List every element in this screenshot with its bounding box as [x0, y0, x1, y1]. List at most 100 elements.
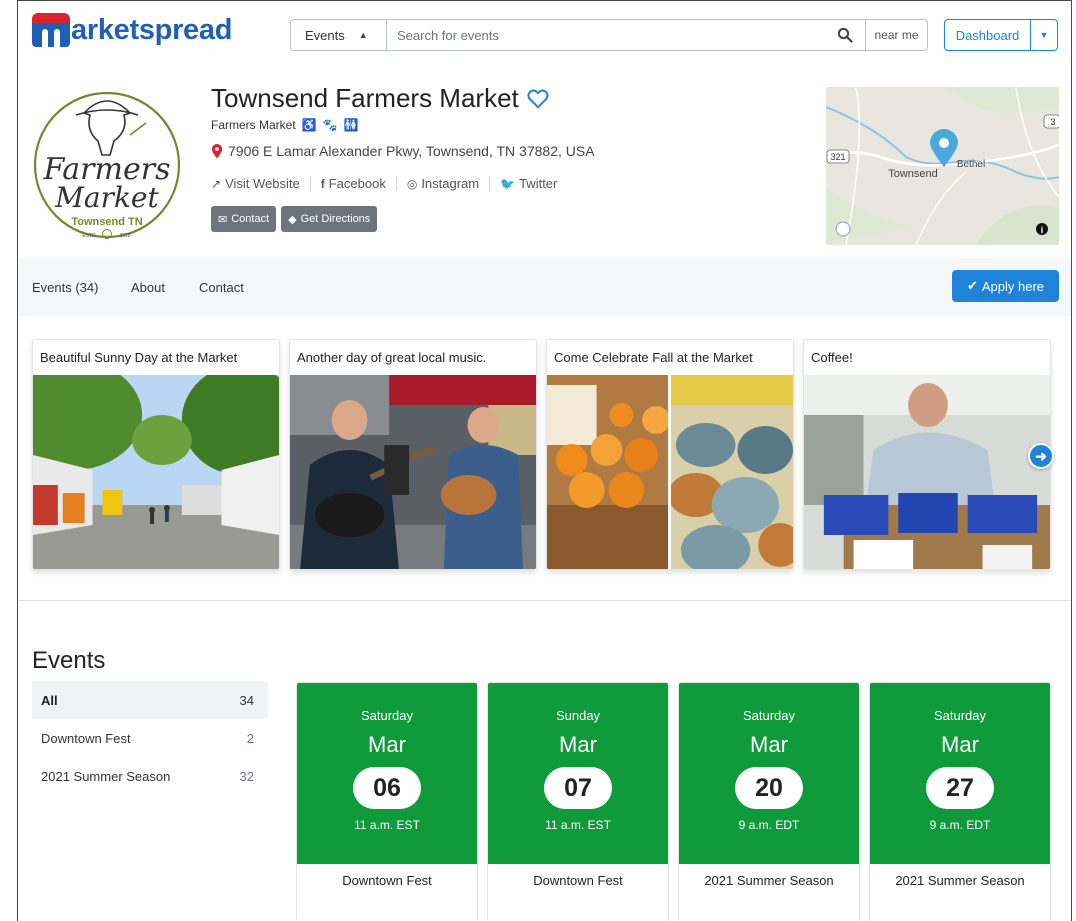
twitter-link[interactable]: 🐦 Twitter — [500, 176, 567, 191]
restroom-icon: 🚻 — [343, 118, 359, 132]
map-label-bethel: Bethel — [957, 159, 985, 170]
event-time: 9 a.m. EDT — [929, 818, 991, 832]
event-name: Downtown Fest — [533, 873, 623, 888]
profile-actions: ✉ Contact ◆ Get Directions — [211, 206, 378, 232]
map-graphic: 321 3 Townsend Bethel i — [826, 87, 1059, 245]
logo-line3: Townsend TN — [71, 216, 142, 228]
gallery-card[interactable]: Another day of great local music. — [289, 339, 537, 570]
event-weekday: Saturday — [360, 708, 414, 723]
logo-text: arketspread — [71, 13, 233, 46]
event-weekday: Saturday — [933, 708, 987, 723]
photo-gallery: Beautiful Sunny Day at the Market Anothe… — [32, 339, 1052, 571]
dashboard-button[interactable]: Dashboard — [945, 20, 1031, 50]
logo-estd: ESTD — [82, 233, 96, 239]
gallery-card[interactable]: Coffee! — [803, 339, 1051, 570]
event-weekday: Sunday — [555, 708, 601, 723]
market-title: Townsend Farmers Market — [211, 83, 549, 114]
map-route-label-2: 3 — [1050, 117, 1055, 127]
heart-icon[interactable] — [527, 88, 549, 109]
gallery-card[interactable]: Beautiful Sunny Day at the Market — [32, 339, 280, 570]
market-type-row: Farmers Market ♿ 🐾 🚻 — [211, 118, 359, 132]
instagram-link[interactable]: ◎ Instagram — [406, 176, 491, 191]
website-link[interactable]: ↗ Visit Website — [211, 176, 311, 191]
gallery-caption: Coffee! — [811, 350, 853, 365]
event-name: Downtown Fest — [342, 873, 432, 888]
caret-down-icon[interactable]: ▼ — [1031, 20, 1057, 50]
dashboard-dropdown: Dashboard ▼ — [944, 19, 1058, 51]
gallery-caption: Another day of great local music. — [297, 350, 487, 365]
site-logo[interactable]: arketspread — [32, 13, 232, 47]
event-card[interactable]: Saturday Mar 27 9 a.m. EDT 2021 Summer S… — [869, 682, 1051, 921]
map-label-townsend: Townsend — [888, 168, 938, 180]
event-date-panel: Saturday Mar 20 9 a.m. EDT — [679, 683, 859, 864]
event-time: 9 a.m. EDT — [738, 818, 800, 832]
market-logo: Farmers Market Townsend TN ESTD 2018 — [33, 91, 181, 239]
events-heading: Events — [32, 647, 106, 674]
wheelchair-icon: ♿ — [301, 118, 317, 132]
gallery-caption: Beautiful Sunny Day at the Market — [40, 350, 238, 365]
event-name: 2021 Summer Season — [895, 873, 1025, 888]
search-type-value: Events — [305, 27, 345, 43]
event-card[interactable]: Saturday Mar 20 9 a.m. EDT 2021 Summer S… — [678, 682, 860, 921]
directions-icon: ◆ — [288, 213, 297, 226]
tab-events[interactable]: Events (34) — [32, 280, 98, 295]
search-placeholder: Search for events — [397, 27, 499, 43]
gallery-caption: Come Celebrate Fall at the Market — [554, 350, 753, 365]
logo-line2: Market — [54, 181, 159, 214]
market-type: Farmers Market — [211, 118, 296, 132]
event-day: 20 — [735, 767, 803, 809]
gallery-photo — [804, 375, 1050, 569]
event-filter-list: All 34 Downtown Fest 2 2021 Summer Season 3… — [32, 681, 268, 795]
search-bar: Events ▲ Search for events near me — [290, 19, 928, 51]
logo-year: 2018 — [119, 233, 130, 239]
marketspread-logo-icon — [32, 13, 70, 47]
profile-nav: Events (34) About Contact ✔ Apply here — [18, 258, 1071, 316]
envelope-icon: ✉ — [218, 213, 228, 226]
market-address: 7906 E Lamar Alexander Pkwy, Townsend, T… — [228, 143, 595, 159]
event-month: Mar — [559, 732, 597, 757]
page-frame: arketspread Events ▲ Search for events n… — [17, 0, 1072, 921]
near-me-button[interactable]: near me — [865, 20, 927, 50]
filter-summer-season[interactable]: 2021 Summer Season 32 — [32, 757, 268, 795]
check-icon: ✔ — [966, 278, 978, 293]
event-date-panel: Saturday Mar 06 11 a.m. EST — [297, 683, 477, 864]
event-weekday: Saturday — [742, 708, 796, 723]
tab-about[interactable]: About — [131, 280, 165, 295]
event-month: Mar — [750, 732, 788, 757]
event-day: 07 — [544, 767, 612, 809]
top-bar: arketspread Events ▲ Search for events n… — [18, 1, 1071, 71]
event-card[interactable]: Sunday Mar 07 11 a.m. EST Downtown Fest — [487, 682, 669, 921]
gallery-card[interactable]: Come Celebrate Fall at the Market — [546, 339, 794, 570]
search-type-select[interactable]: Events ▲ — [291, 20, 387, 50]
event-time: 11 a.m. EST — [545, 818, 611, 832]
facebook-link[interactable]: f Facebook — [321, 176, 397, 191]
event-month: Mar — [368, 732, 406, 757]
event-time: 11 a.m. EST — [354, 818, 420, 832]
mapbox-icon — [835, 221, 851, 237]
search-icon[interactable] — [837, 27, 853, 43]
market-name: Townsend Farmers Market — [211, 83, 519, 113]
filter-all[interactable]: All 34 — [32, 681, 268, 719]
select-arrows-icon: ▲ — [358, 30, 368, 40]
instagram-icon: ◎ — [406, 176, 418, 191]
apply-here-button[interactable]: ✔ Apply here — [952, 270, 1059, 302]
paw-icon: 🐾 — [322, 118, 338, 132]
event-day: 27 — [926, 767, 994, 809]
social-links: ↗ Visit Website f Facebook ◎ Instagram 🐦 Twi… — [211, 176, 577, 191]
filter-downtown-fest[interactable]: Downtown Fest 2 — [32, 719, 268, 757]
get-directions-button[interactable]: ◆ Get Directions — [281, 206, 378, 232]
twitter-icon: 🐦 — [500, 176, 516, 191]
event-month: Mar — [941, 732, 979, 757]
event-day: 06 — [353, 767, 421, 809]
event-name: 2021 Summer Season — [704, 873, 834, 888]
facebook-icon: f — [320, 176, 325, 191]
event-date-panel: Saturday Mar 27 9 a.m. EDT — [870, 683, 1050, 864]
gallery-next-arrow-icon[interactable]: ➜ — [1028, 443, 1054, 469]
gallery-photo — [547, 375, 793, 569]
location-map[interactable]: 321 3 Townsend Bethel i — [826, 87, 1059, 245]
search-input[interactable]: Search for events — [387, 20, 865, 50]
contact-button[interactable]: ✉ Contact — [211, 206, 277, 232]
tab-contact[interactable]: Contact — [199, 280, 244, 295]
event-date-panel: Sunday Mar 07 11 a.m. EST — [488, 683, 668, 864]
event-card[interactable]: Saturday Mar 06 11 a.m. EST Downtown Fes… — [296, 682, 478, 921]
